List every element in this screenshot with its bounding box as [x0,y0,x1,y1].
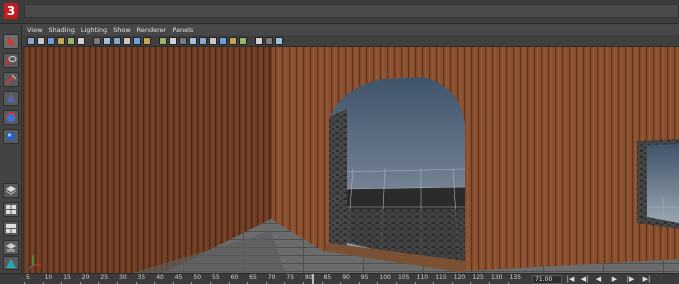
grease-pencil-icon[interactable] [77,37,85,45]
tick-label: 115 [435,274,447,281]
scale-tool-icon[interactable] [3,129,19,144]
tick-label: 135 [509,274,522,281]
lasso-tool-icon[interactable] [3,53,19,68]
go-to-end-icon[interactable]: ▶| [642,275,651,284]
anti-aliasing-icon[interactable] [239,37,247,45]
screen-space-ao-icon[interactable] [219,37,227,45]
scene-render [23,47,679,273]
render-view-icon[interactable] [3,256,19,270]
step-forward-icon[interactable]: |▶ [626,275,635,284]
tick-label: 10 [44,274,53,281]
tick-label: 60 [230,274,239,281]
tick-label: 100 [379,274,391,281]
image-plane-icon[interactable] [57,37,65,45]
tick-label: 50 [193,274,202,281]
grid-icon[interactable] [93,37,101,45]
main-toolbar: 3 [0,0,679,24]
menu-show[interactable]: Show [113,25,131,35]
playhead[interactable] [312,274,314,284]
time-ruler[interactable]: 5 10 15 20 25 30 35 40 45 50 55 60 65 70 75 80 85 90 95 100… [22,274,530,284]
tick-label: 85 [323,274,332,281]
film-gate-icon[interactable] [103,37,111,45]
tick-label: 120 [453,274,466,281]
tick-label: 15 [63,274,71,281]
tick-label: 30 [119,274,127,281]
tick-label: 65 [249,274,257,281]
menu-panels[interactable]: Panels [172,25,193,35]
resolution-gate-icon[interactable] [113,37,121,45]
toolbox [0,25,22,273]
tick-label: 130 [491,274,503,281]
play-forward-icon[interactable]: ▶ [610,275,619,284]
step-back-icon[interactable]: ◀| [580,275,589,284]
field-chart-icon[interactable] [133,37,141,45]
move-tool-icon[interactable] [3,91,19,106]
use-all-lights-icon[interactable] [199,37,207,45]
two-view-layout-icon[interactable] [3,221,19,236]
tick-label: 75 [286,274,295,281]
play-back-icon[interactable]: ◀ [594,275,603,284]
perspective-viewport[interactable]: View Shading Lighting Show Renderer Pane… [23,25,679,273]
tick-label: 70 [267,274,276,281]
textured-icon[interactable] [189,37,197,45]
rotate-tool-icon[interactable] [3,110,19,125]
tick-label: 105 [398,274,410,281]
tick-label: 125 [472,274,484,281]
smooth-shade-icon[interactable] [169,37,177,45]
camera-select-icon[interactable] [27,37,35,45]
default-material-icon[interactable] [179,37,187,45]
tick-label: 95 [360,274,369,281]
select-tool-icon[interactable] [3,34,19,49]
menu-lighting[interactable]: Lighting [81,25,107,35]
panel-menu-bar: View Shading Lighting Show Renderer Pane… [23,25,679,35]
xray-icon[interactable] [265,37,273,45]
tick-label: 25 [100,274,109,281]
tick-label: 40 [156,274,164,281]
camera-attributes-icon[interactable] [37,37,45,45]
four-view-layout-icon[interactable] [3,202,19,217]
tick-label: 5 [26,274,30,281]
tick-label: 90 [342,274,350,281]
2d-pan-icon[interactable] [67,37,75,45]
layers-icon[interactable] [3,183,19,198]
xray-joints-icon[interactable] [275,37,283,45]
paint-select-icon[interactable] [3,72,19,87]
menu-renderer[interactable]: Renderer [137,25,167,35]
menu-shading[interactable]: Shading [48,25,74,35]
motion-blur-icon[interactable] [229,37,237,45]
safe-action-icon[interactable] [143,37,151,45]
outliner-layout-icon[interactable] [3,240,19,255]
gate-mask-icon[interactable] [123,37,131,45]
tick-label: 55 [212,274,220,281]
wireframe-icon[interactable] [159,37,167,45]
tick-label: 110 [416,274,429,281]
maya-logo-icon: 3 [4,3,18,19]
isolate-select-icon[interactable] [255,37,263,45]
go-to-start-icon[interactable]: |◀ [566,275,575,284]
tick-label: 45 [174,274,183,281]
tick-label: 20 [81,274,90,281]
tick-label: 35 [137,274,146,281]
shelf-bar[interactable] [24,4,679,18]
bookmark-icon[interactable] [47,37,55,45]
current-frame-field[interactable]: 71.00 [532,275,562,284]
menu-view[interactable]: View [27,25,42,35]
panel-toolbar [23,35,679,47]
shadows-icon[interactable] [209,37,217,45]
time-slider[interactable]: 5 10 15 20 25 30 35 40 45 50 55 60 65 70 75 80 85 90 95 100… [0,273,679,284]
